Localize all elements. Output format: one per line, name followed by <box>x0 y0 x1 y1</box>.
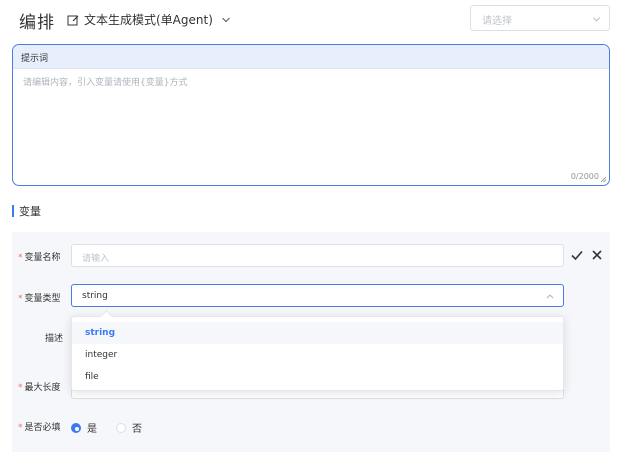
required-label: * 是否必填 <box>18 420 61 433</box>
section-accent-bar <box>12 205 14 217</box>
header-bar: 编排 文本生成模式(单Agent) 请选择 <box>0 0 622 38</box>
required-yes-radio[interactable]: 是 <box>71 420 97 435</box>
description-label: 描述 <box>45 334 64 344</box>
check-icon[interactable] <box>570 248 584 262</box>
required-label-text: 是否必填 <box>24 423 61 433</box>
variable-type-label: * 变量类型 <box>18 291 61 304</box>
top-select[interactable]: 请选择 <box>470 5 610 31</box>
required-asterisk: * <box>18 383 23 393</box>
radio-checked-icon <box>71 422 81 433</box>
section-title-text: 变量 <box>19 205 41 218</box>
chevron-down-icon <box>593 17 600 22</box>
variables-section-title: 变量 <box>12 203 41 219</box>
variable-name-input[interactable]: 请输入 <box>71 244 564 267</box>
variable-type-dropdown: string integer file <box>71 310 564 391</box>
chevron-down-icon <box>222 17 230 22</box>
edit-box-icon <box>67 14 79 25</box>
mode-switch-button[interactable]: 文本生成模式(单Agent) <box>67 11 231 28</box>
max-length-label-text: 最大长度 <box>24 383 61 393</box>
page-title: 编排 <box>19 13 55 33</box>
close-icon[interactable] <box>590 248 604 262</box>
prompt-textarea-placeholder: 请编辑内容，引入变量请使用{变量}方式 <box>23 78 188 88</box>
required-no-label: 否 <box>132 424 142 435</box>
required-asterisk: * <box>18 423 23 433</box>
variable-name-label: * 变量名称 <box>18 250 61 263</box>
variable-name-placeholder: 请输入 <box>82 254 110 264</box>
mode-label: 文本生成模式(单Agent) <box>84 13 213 27</box>
required-no-radio[interactable]: 否 <box>116 420 142 435</box>
dropdown-option-integer[interactable]: integer <box>72 344 563 366</box>
required-asterisk: * <box>18 253 23 263</box>
max-length-label: * 最大长度 <box>18 380 61 393</box>
dropdown-option-string[interactable]: string <box>72 322 563 344</box>
dropdown-option-file[interactable]: file <box>72 366 563 388</box>
chevron-up-icon <box>546 294 554 299</box>
prompt-label: 提示词 <box>21 54 49 64</box>
resize-handle-icon[interactable] <box>600 176 607 183</box>
prompt-editor[interactable]: 提示词 请编辑内容，引入变量请使用{变量}方式 0/2000 <box>12 44 610 186</box>
variable-type-select[interactable]: string <box>71 284 564 307</box>
prompt-char-counter: 0/2000 <box>570 172 599 181</box>
variable-type-label-text: 变量类型 <box>24 294 61 304</box>
variable-name-label-text: 变量名称 <box>24 253 61 263</box>
prompt-header: 提示词 <box>13 45 609 69</box>
required-asterisk: * <box>18 294 23 304</box>
radio-unchecked-icon <box>116 422 126 433</box>
top-select-placeholder: 请选择 <box>482 16 512 27</box>
variable-type-value: string <box>82 291 108 301</box>
required-yes-label: 是 <box>87 424 97 435</box>
